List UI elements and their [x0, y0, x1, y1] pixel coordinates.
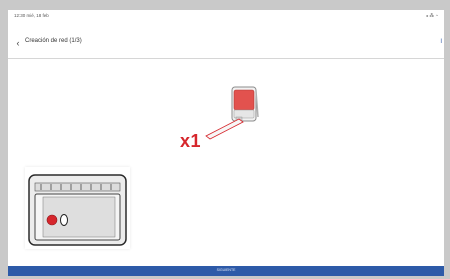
quantity-label: x1 [180, 131, 202, 151]
sensor-illustration [205, 86, 259, 140]
gateway-device [28, 174, 127, 246]
pointer-tool [205, 118, 244, 140]
sensor-device [231, 86, 259, 122]
status-time: 12:30 mié, 18 feb [14, 13, 49, 18]
header-action[interactable]: I [440, 39, 442, 45]
status-bar: 12:30 mié, 18 feb ⁎ ⁂ ◔ [8, 10, 444, 24]
illustration-area: x1 [8, 59, 444, 266]
next-button-label: SIGUIENTE [216, 268, 236, 272]
device-screen: 12:30 mié, 18 feb ⁎ ⁂ ◔ ‹ Creación de re… [8, 10, 444, 276]
status-icons: ⁎ ⁂ ◔ [426, 13, 438, 18]
gateway-card [25, 167, 130, 249]
page-title: Creación de red (1/3) [25, 38, 82, 44]
next-button[interactable]: SIGUIENTE [8, 266, 444, 276]
chevron-left-icon[interactable]: ‹ [12, 37, 24, 49]
app-header: ‹ Creación de red (1/3) I [8, 24, 444, 59]
